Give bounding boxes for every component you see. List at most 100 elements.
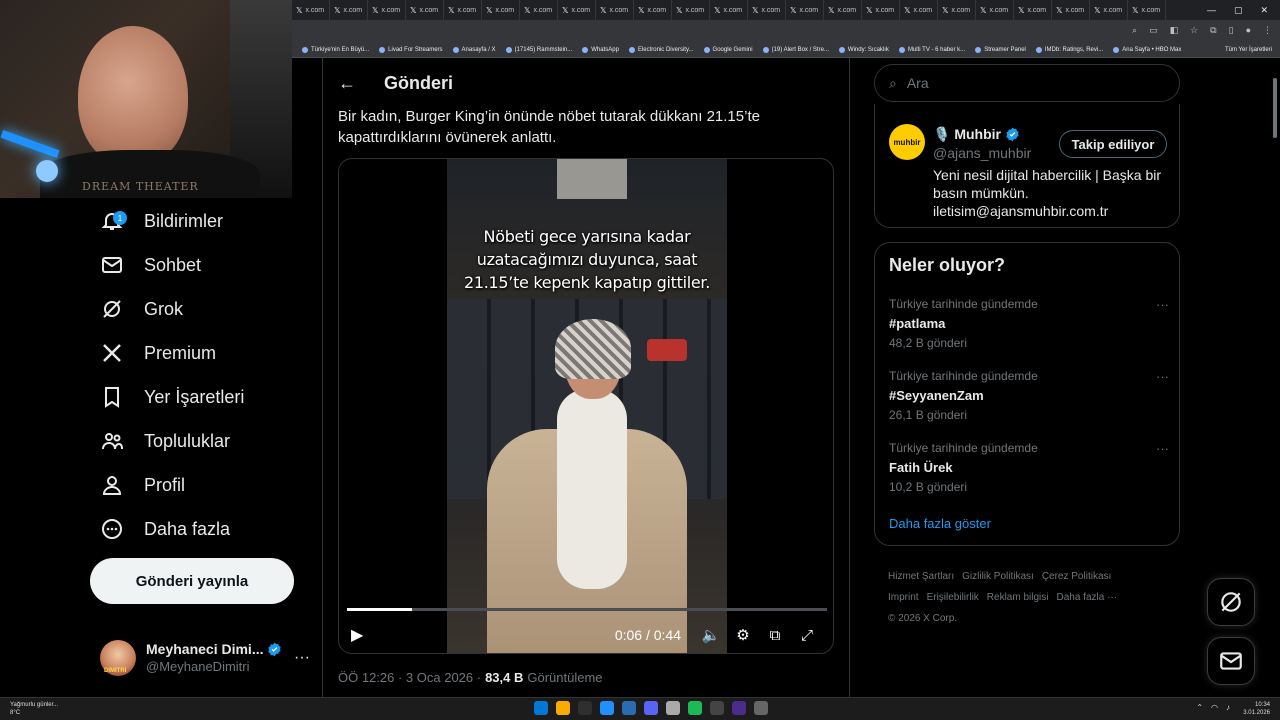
bookmark-item[interactable]: Ana Sayfa • HBO Max [1113,46,1181,53]
taskbar-app-icon[interactable] [666,701,680,715]
sidebar-icon[interactable]: ▯ [1229,25,1234,36]
browser-tab[interactable]: 𝕏x.com [862,0,900,20]
bookmark-item[interactable]: Türkiye'nin En Büyü... [302,46,369,53]
browser-tab[interactable]: 𝕏x.com [748,0,786,20]
bookmark-item[interactable]: (19) Alert Box / Stre... [762,46,829,53]
footer-link[interactable]: Reklam bilgisi [987,592,1049,603]
trend-item[interactable]: Türkiye tarihinde gündemde #SeyyanenZam 26… [889,369,1169,422]
taskbar-app-icon[interactable] [710,701,724,715]
back-arrow-icon[interactable]: ← [338,73,356,94]
browser-tab[interactable]: 𝕏x.com [672,0,710,20]
footer-link[interactable]: Hizmet Şartları [888,571,954,582]
browser-tab[interactable]: 𝕏x.com [330,0,368,20]
browser-tab[interactable]: 𝕏x.com [1128,0,1166,20]
taskbar-app-icon[interactable] [688,701,702,715]
author-handle[interactable]: @ajans_muhbir [933,145,1031,161]
chevron-up-icon[interactable]: ⌃ [1196,703,1203,712]
settings-gear-icon[interactable]: ⚙ [727,626,759,644]
browser-tab[interactable]: 𝕏x.com [786,0,824,20]
post-timestamp[interactable]: ÖÖ 12:26 · 3 Oca 2026 · [338,670,481,685]
bookmark-item[interactable]: Google Gemini [703,46,753,53]
close-window-icon[interactable]: ✕ [1260,5,1268,16]
browser-tab[interactable]: 𝕏x.com [900,0,938,20]
taskbar-app-icon[interactable] [754,701,768,715]
bookmark-item[interactable]: Windy: Sıcaklık [838,46,889,53]
browser-tab[interactable]: 𝕏x.com [368,0,406,20]
address-bar[interactable]: ⌕ ▭ ◧ ☆ ⧉ ▯ ● ⋮ [292,20,1280,42]
nav-item-bildirimler[interactable]: 1 Bildirimler [100,204,223,238]
messages-fab[interactable] [1207,637,1255,685]
bookmark-item[interactable]: Multi TV - 6 haber k... [898,46,965,53]
browser-tab[interactable]: 𝕏x.com [1014,0,1052,20]
taskbar-app-icon[interactable] [644,701,658,715]
nav-item-daha-fazla[interactable]: Daha fazla [100,512,230,546]
extensions-icon[interactable]: ⧉ [1210,25,1216,36]
picture-in-picture-icon[interactable]: ⧉ [759,627,791,644]
browser-tab[interactable]: 𝕏x.com [520,0,558,20]
browser-tab[interactable]: 𝕏x.com [482,0,520,20]
taskbar-app-icon[interactable] [622,701,636,715]
grok-fab[interactable] [1207,578,1255,626]
browser-tab[interactable]: 𝕏x.com [710,0,748,20]
bookmark-item[interactable]: WhatsApp [582,46,619,53]
browser-tab[interactable]: 𝕏x.com [406,0,444,20]
play-icon[interactable]: ▶ [351,625,363,645]
footer-link[interactable]: © 2026 X Corp. [888,613,957,624]
author-name[interactable]: 🎙️ Muhbir [933,126,1001,143]
following-button[interactable]: Takip ediliyor [1059,130,1167,158]
search-input[interactable]: ⌕ Ara [874,64,1180,102]
minimize-icon[interactable]: — [1207,5,1216,16]
browser-tab[interactable]: 𝕏x.com [1052,0,1090,20]
browser-tab[interactable]: 𝕏x.com [292,0,330,20]
account-switcher[interactable]: DIMITRI Meyhaneci Dimi... @MeyhaneDimitr… [100,636,310,680]
more-icon[interactable]: ··· [1156,369,1169,384]
browser-tab[interactable]: 𝕏x.com [976,0,1014,20]
bookmark-item[interactable]: (17145) Rammstein... [505,46,572,53]
nav-item-premium[interactable]: Premium [100,336,216,370]
taskbar-app-icon[interactable] [534,701,548,715]
star-icon[interactable]: ☆ [1190,25,1198,36]
show-more-link[interactable]: Daha fazla göster [889,516,991,531]
nav-item-topluluklar[interactable]: Topluluklar [100,424,230,458]
more-icon[interactable]: ··· [294,649,310,667]
taskbar-app-icon[interactable] [578,701,592,715]
profile-icon[interactable]: ● [1246,25,1251,36]
nav-item-profil[interactable]: Profil [100,468,185,502]
more-icon[interactable]: ··· [1156,441,1169,456]
speaker-icon[interactable]: ♪ [1226,703,1230,712]
menu-icon[interactable]: ⋮ [1263,25,1272,36]
browser-tab[interactable]: 𝕏x.com [444,0,482,20]
footer-link[interactable]: Imprint [888,592,919,603]
footer-link[interactable]: Erişilebilirlik [927,592,979,603]
maximize-icon[interactable]: ▢ [1234,5,1243,16]
weather-widget[interactable]: Yağmurlu günler... 8°C [10,701,58,717]
nav-item-sohbet[interactable]: Sohbet [100,248,201,282]
bookmark-item[interactable]: Livad For Streamers [379,46,443,53]
wifi-icon[interactable]: ◠ [1211,703,1218,712]
fullscreen-icon[interactable]: ⤢ [791,627,823,644]
taskbar-app-icon[interactable] [600,701,614,715]
more-icon[interactable]: ··· [1156,297,1169,312]
trend-item[interactable]: Türkiye tarihinde gündemde #patlama 48,2 B… [889,297,1169,350]
search-icon[interactable]: ⌕ [1132,25,1137,36]
video-progress-bar[interactable] [347,608,827,611]
footer-link[interactable]: Daha fazla ··· [1056,592,1117,603]
volume-icon[interactable]: 🔈 [695,626,727,644]
browser-tab[interactable]: 𝕏x.com [634,0,672,20]
author-logo[interactable]: muhbir [889,124,925,160]
browser-tab[interactable]: 𝕏x.com [1090,0,1128,20]
post-button[interactable]: Gönderi yayınla [90,558,294,604]
all-bookmarks[interactable]: Tüm Yer İşaretleri [1225,47,1280,53]
taskbar-app-icon[interactable] [732,701,746,715]
browser-tab[interactable]: 𝕏x.com [596,0,634,20]
extension-icon[interactable]: ◧ [1170,25,1179,36]
browser-tab[interactable]: 𝕏x.com [938,0,976,20]
bookmark-item[interactable]: Streamer Panel [975,46,1026,53]
footer-link[interactable]: Çerez Politikası [1042,571,1111,582]
nav-item-yer-i-şaretleri[interactable]: Yer İşaretleri [100,380,244,414]
cast-icon[interactable]: ▭ [1149,25,1158,36]
browser-tab[interactable]: 𝕏x.com [558,0,596,20]
taskbar-app-icon[interactable] [556,701,570,715]
trend-item[interactable]: Türkiye tarihinde gündemde Fatih Ürek 10,2… [889,441,1169,494]
nav-item-grok[interactable]: Grok [100,292,183,326]
